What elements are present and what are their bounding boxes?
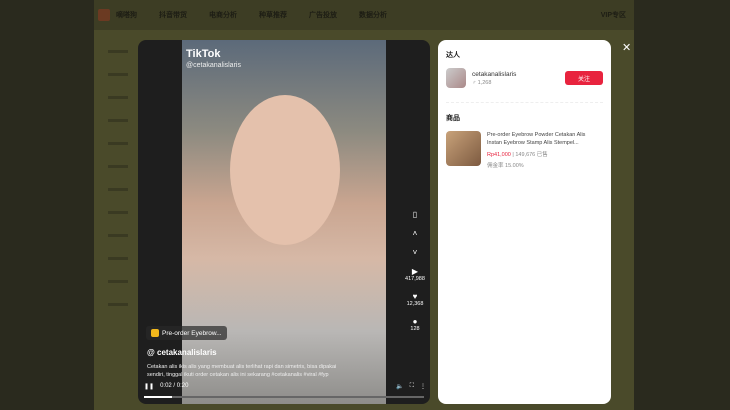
close-icon[interactable]: ✕ [622,41,631,54]
product-chip[interactable]: Pre-order Eyebrow... [146,326,227,340]
creator-heading: 达人 [446,52,460,59]
time-readout: 0:02 / 0:20 [160,383,189,389]
logo-text: 嘀嗒狗 [116,12,137,19]
top-nav: 嘀嗒狗 抖音带货 电商分析 种草推荐 广告投放 数据分析 VIP专区 [94,0,634,30]
pause-icon[interactable]: ❚❚ [144,383,154,390]
commission-rate: 佣金率 15.00% [487,163,524,169]
follow-button[interactable]: 关注 [565,71,603,85]
product-price: Rp41,000 [487,152,511,158]
heart-icon: ♥ [412,292,418,301]
video-caption: Cetakan alis ikis alis yang membuat alis… [147,364,337,378]
watermark-handle: @cetakanalislaris [186,62,241,69]
creator-name[interactable]: cetakanalislaris [472,71,516,78]
creator-row: cetakanalislaris ♂ 1,268 关注 [446,68,603,88]
product-image[interactable] [446,131,481,166]
action-rail: ▯ ˄ ˅ ▶ 417,988 ♥ 12,368 ● 128 [402,210,428,342]
player-controls: ❚❚ 0:02 / 0:20 🔈 ⛶ ⋮ [144,380,426,392]
product-title[interactable]: Pre-order Eyebrow Powder Cetakan Alis In… [487,131,595,147]
detail-panel: 达人 cetakanalislaris ♂ 1,268 关注 商品 Pre-or… [438,40,611,404]
comments-stat: ● 128 [402,317,428,332]
fans-count: ♂ 1,268 [472,79,492,86]
video-subject [230,95,340,245]
progress-fill [144,396,172,398]
product-card[interactable]: Pre-order Eyebrow Powder Cetakan Alis In… [446,131,603,169]
comment-icon: ● [412,317,418,326]
progress-bar[interactable] [144,396,424,398]
logo-icon [98,9,110,21]
likes-stat: ♥ 12,368 [402,292,428,307]
chevron-down-icon[interactable]: ˅ [402,248,428,257]
volume-icon[interactable]: 🔈 [396,383,403,390]
more-icon[interactable]: ⋮ [420,383,426,390]
play-icon: ▶ [411,267,419,276]
video-player[interactable]: TikTok @cetakanalislaris ▯ ˄ ˅ ▶ 417,988 … [138,40,430,404]
avatar[interactable] [446,68,466,88]
nav-item[interactable]: 抖音带货 [159,10,187,20]
nav-item[interactable]: 广告投放 [309,10,337,20]
nav-item[interactable]: 数据分析 [359,10,387,20]
sidebar [94,30,138,410]
nav-item[interactable]: 电商分析 [209,10,237,20]
tiktok-logo: TikTok [186,48,221,60]
product-heading: 商品 [446,115,460,122]
nav-item[interactable]: 种草推荐 [259,10,287,20]
sold-count: 149,676 已售 [515,152,548,158]
plays-stat: ▶ 417,988 [402,267,428,282]
video-author[interactable]: @ cetakanalislaris [147,348,217,357]
cart-icon [151,329,159,337]
bookmark-icon[interactable]: ▯ [402,210,428,219]
chevron-up-icon[interactable]: ˄ [402,229,428,238]
fullscreen-icon[interactable]: ⛶ [410,383,414,390]
vip-link[interactable]: VIP专区 [601,10,626,20]
